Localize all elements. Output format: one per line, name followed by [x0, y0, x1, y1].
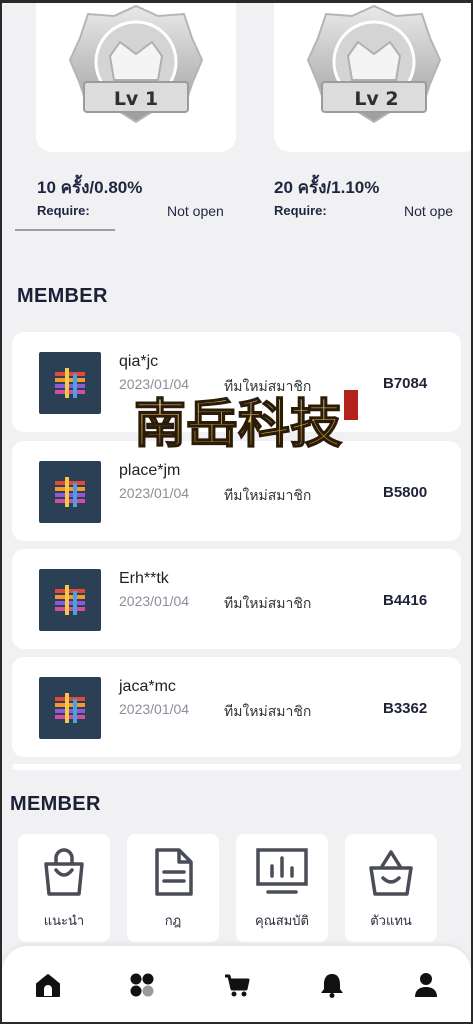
member-status: ทีมใหม่สมาชิก	[224, 488, 312, 504]
member-date: 2023/01/04	[119, 485, 190, 501]
document-icon	[155, 848, 193, 896]
menu-item-recommend[interactable]: แนะนำ	[18, 834, 110, 942]
apps-icon[interactable]	[129, 972, 155, 998]
level-cards: Lv 1 10 ครั้ง/0.80% Require: Not open Lv…	[0, 0, 473, 240]
member-amount: B4416	[383, 592, 428, 609]
level-card-1[interactable]: Lv 1 10 ครั้ง/0.80% Require: Not open	[20, 0, 250, 219]
member-name: qia*jc	[119, 353, 159, 370]
require-label: Require:	[274, 203, 327, 218]
home-icon[interactable]	[35, 972, 61, 998]
member-avatar-icon	[55, 585, 85, 615]
member-name: jaca*mc	[119, 678, 176, 695]
member-avatar-icon	[55, 693, 85, 723]
menu-label: คุณสมบัติ	[255, 914, 309, 929]
svg-text:南岳科技: 南岳科技	[134, 394, 342, 455]
avatar	[39, 677, 101, 739]
user-icon[interactable]	[413, 972, 439, 998]
level-rate: 10 ครั้ง/0.80%	[37, 178, 143, 197]
menu-label: ตัวแทน	[370, 914, 412, 929]
level-badge-box: Lv 1	[36, 0, 236, 152]
level-rate: 20 ครั้ง/1.10%	[274, 178, 380, 197]
member-amount: B7084	[383, 375, 428, 392]
member-amount: B3362	[383, 700, 428, 717]
menu-item-agent[interactable]: ตัวแทน	[345, 834, 437, 942]
menu-item-qualifications[interactable]: คุณสมบัติ	[236, 834, 328, 942]
menu-label: กฎ	[164, 914, 182, 929]
member-name: place*jm	[119, 462, 181, 479]
bell-icon[interactable]	[319, 972, 345, 998]
avatar	[39, 461, 101, 523]
menu-section-title: MEMBER	[10, 793, 101, 815]
require-value: Not ope	[404, 203, 454, 219]
require-value: Not open	[167, 203, 224, 219]
member-section-title: MEMBER	[17, 285, 108, 307]
level-card-2[interactable]: Lv 2 20 ครั้ง/1.10% Require: Not ope	[258, 0, 473, 219]
member-row[interactable]: jaca*mc 2023/01/04 ทีมใหม่สมาชิก B3362	[12, 657, 461, 757]
menu-label: แนะนำ	[43, 914, 85, 929]
member-avatar-icon	[55, 368, 85, 398]
menu-item-rules[interactable]: กฎ	[127, 834, 219, 942]
member-avatar-icon	[55, 477, 85, 507]
cart-icon[interactable]	[224, 972, 250, 998]
basket-icon	[369, 850, 413, 896]
level-badge-text: Lv 1	[113, 88, 159, 110]
list-divider	[12, 764, 461, 770]
require-label: Require:	[37, 203, 90, 218]
bar-chart-icon	[256, 848, 308, 894]
member-status: ทีมใหม่สมาชิก	[224, 596, 312, 612]
level-badge-box: Lv 2	[274, 0, 473, 152]
member-amount: B5800	[383, 484, 428, 501]
bottom-nav	[2, 946, 471, 1024]
member-date: 2023/01/04	[119, 593, 190, 609]
member-row[interactable]: Erh**tk 2023/01/04 ทีมใหม่สมาชิก B4416	[12, 549, 461, 649]
member-name: Erh**tk	[119, 570, 169, 587]
shopping-bag-icon	[44, 848, 84, 896]
member-status: ทีมใหม่สมาชิก	[224, 704, 312, 720]
avatar	[39, 569, 101, 631]
avatar	[39, 352, 101, 414]
level-badge-text: Lv 2	[354, 88, 399, 110]
active-level-indicator	[15, 229, 115, 231]
member-date: 2023/01/04	[119, 701, 190, 717]
watermark-logo: 南岳科技	[133, 390, 358, 456]
